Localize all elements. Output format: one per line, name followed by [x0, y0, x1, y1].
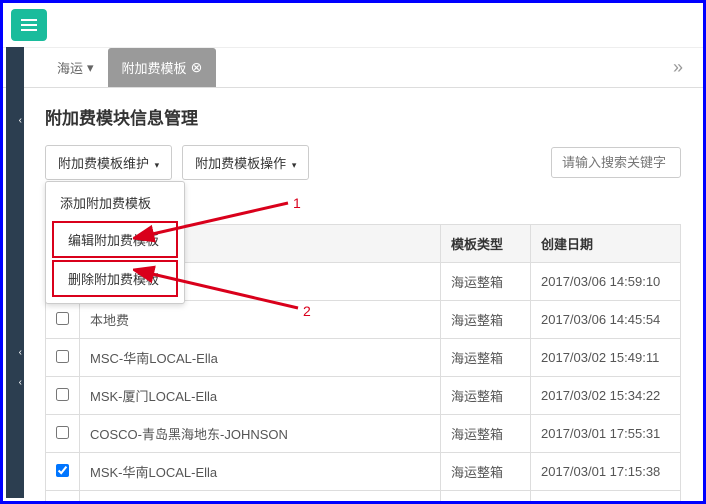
chevron-down-icon: ▾ [155, 160, 160, 170]
cell-name: MSK-华南LOCAL-Ella [80, 453, 441, 491]
cell-type: 海运整箱 [441, 491, 531, 504]
button-label: 附加费模板维护 [58, 156, 149, 171]
top-bar [3, 3, 703, 48]
close-icon[interactable]: ⊗ [191, 59, 203, 76]
cell-type: 海运整箱 [441, 377, 531, 415]
cell-name: HPL-青岛黑海地东本地费-Johnson [80, 491, 441, 504]
cell-date: 2017/03/01 17:15:38 [531, 453, 681, 491]
date-header: 创建日期 [531, 225, 681, 263]
row-checkbox[interactable] [56, 464, 69, 477]
maintain-dropdown-menu: 添加附加费模板 编辑附加费模板 删除附加费模板 [45, 181, 185, 304]
toolbar: 附加费模板维护 ▾ 附加费模板操作 ▾ 添加附加费模板 编辑附加费模板 删除附加… [45, 145, 681, 180]
dropdown-item-delete[interactable]: 删除附加费模板 [52, 260, 178, 297]
tab-label: 附加费模板 [122, 58, 187, 77]
dropdown-item-add[interactable]: 添加附加费模板 [46, 186, 184, 219]
table-row[interactable]: COSCO-青岛黑海地东-JOHNSON 海运整箱 2017/03/01 17:… [46, 415, 681, 453]
cell-date: 2017/03/06 14:45:54 [531, 301, 681, 339]
cell-name: MSC-华南LOCAL-Ella [80, 339, 441, 377]
left-sidebar: ‹ ‹ ‹ [6, 47, 24, 498]
table-row[interactable]: MSC-华南LOCAL-Ella 海运整箱 2017/03/02 15:49:1… [46, 339, 681, 377]
table-row[interactable]: MSK-华南LOCAL-Ella 海运整箱 2017/03/01 17:15:3… [46, 453, 681, 491]
maintain-dropdown-button[interactable]: 附加费模板维护 ▾ [45, 145, 172, 180]
cell-date: 2017/03/02 15:49:11 [531, 339, 681, 377]
tab-label: 海运 [57, 58, 83, 77]
row-checkbox[interactable] [56, 388, 69, 401]
tab-surcharge-template[interactable]: 附加费模板 ⊗ [108, 48, 217, 87]
table-row[interactable]: HPL-青岛黑海地东本地费-Johnson 海运整箱 2017/03/01 15… [46, 491, 681, 504]
cell-name: COSCO-青岛黑海地东-JOHNSON [80, 415, 441, 453]
chevron-down-icon: ▾ [292, 160, 297, 170]
chevron-left-icon[interactable]: ‹ [19, 377, 22, 388]
cell-date: 2017/03/01 17:55:31 [531, 415, 681, 453]
page-title: 附加费模块信息管理 [45, 104, 681, 129]
cell-type: 海运整箱 [441, 415, 531, 453]
row-checkbox[interactable] [56, 350, 69, 363]
chevron-down-icon: ▾ [87, 60, 94, 76]
cell-type: 海运整箱 [441, 263, 531, 301]
cell-name: MSK-厦门LOCAL-Ella [80, 377, 441, 415]
table-row[interactable]: 本地费 海运整箱 2017/03/06 14:45:54 [46, 301, 681, 339]
tab-shipping[interactable]: 海运 ▾ [43, 48, 108, 87]
type-header: 模板类型 [441, 225, 531, 263]
cell-type: 海运整箱 [441, 339, 531, 377]
cell-type: 海运整箱 [441, 453, 531, 491]
menu-toggle-button[interactable] [11, 9, 47, 41]
operate-dropdown-button[interactable]: 附加费模板操作 ▾ [182, 145, 309, 180]
tabs-row: 海运 ▾ 附加费模板 ⊗ » [3, 48, 703, 88]
tab-forward-button[interactable]: » [661, 49, 695, 86]
dropdown-item-edit[interactable]: 编辑附加费模板 [52, 221, 178, 258]
row-checkbox[interactable] [56, 312, 69, 325]
cell-date: 2017/03/02 15:34:22 [531, 377, 681, 415]
button-label: 附加费模板操作 [195, 156, 286, 171]
chevron-left-icon[interactable]: ‹ [19, 115, 22, 126]
row-checkbox[interactable] [56, 426, 69, 439]
cell-date: 2017/03/06 14:59:10 [531, 263, 681, 301]
content-area: 附加费模块信息管理 附加费模板维护 ▾ 附加费模板操作 ▾ 添加附加费模板 编辑… [3, 88, 703, 504]
cell-date: 2017/03/01 15:04:7 [531, 491, 681, 504]
cell-type: 海运整箱 [441, 301, 531, 339]
table-row[interactable]: MSK-厦门LOCAL-Ella 海运整箱 2017/03/02 15:34:2… [46, 377, 681, 415]
search-input[interactable] [551, 147, 681, 178]
chevron-left-icon[interactable]: ‹ [19, 347, 22, 358]
cell-name: 本地费 [80, 301, 441, 339]
